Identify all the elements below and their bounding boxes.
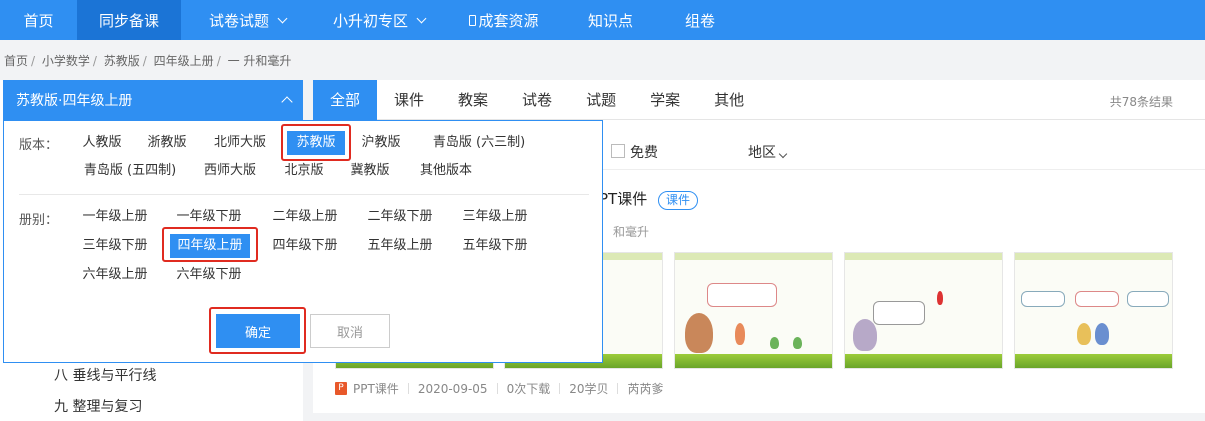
nav-home[interactable]: 首页: [0, 0, 77, 40]
edition-option[interactable]: 青岛版 (六三制): [424, 131, 534, 155]
nav-compose[interactable]: 组卷: [657, 0, 743, 40]
document-icon: [469, 14, 477, 26]
resource-date: 2020-09-05: [417, 381, 488, 396]
breadcrumb-item[interactable]: 首页: [4, 54, 28, 68]
cancel-button[interactable]: 取消: [310, 314, 390, 348]
grade-option[interactable]: 五年级下册: [458, 234, 532, 258]
highlight-box: [162, 227, 258, 262]
grade-option[interactable]: 六年级下册: [172, 263, 246, 287]
nav-resource-sets[interactable]: 成套资源: [444, 0, 564, 40]
highlight-box: [281, 124, 351, 161]
nav-papers[interactable]: 试卷试题: [181, 0, 314, 40]
chevron-down-icon: [416, 13, 427, 23]
chevron-down-icon: [778, 149, 788, 159]
edition-option[interactable]: 青岛版 (五四制): [80, 159, 180, 183]
edition-row-label: 版本：: [19, 138, 59, 153]
grade-option[interactable]: 一年级上册: [78, 205, 152, 229]
top-nav: 首页 同步备课 试卷试题 小升初专区 成套资源 知识点 组卷: [0, 0, 1205, 40]
region-filter[interactable]: 地区: [748, 142, 788, 162]
free-filter-label[interactable]: 免费: [630, 142, 658, 162]
tab-all[interactable]: 全部: [313, 80, 378, 120]
edition-option[interactable]: 人教版: [80, 131, 124, 155]
slide-thumbnail[interactable]: [1014, 252, 1173, 369]
grade-option[interactable]: 四年级下册: [268, 234, 342, 258]
edition-option[interactable]: 西师大版: [200, 159, 260, 183]
free-checkbox[interactable]: [611, 144, 625, 158]
download-count: 0次下载: [506, 382, 551, 396]
edition-option[interactable]: 浙教版: [144, 131, 190, 155]
chapter-item[interactable]: 九 整理与复习: [54, 396, 142, 416]
tab-questions[interactable]: 试题: [569, 80, 633, 120]
grade-option[interactable]: 一年级下册: [172, 205, 246, 229]
slide-thumbnail[interactable]: [674, 252, 833, 369]
breadcrumb-item[interactable]: 小学数学: [42, 54, 90, 68]
grade-row-label: 册别：: [19, 213, 59, 228]
resource-subtitle: 和毫升: [613, 225, 650, 239]
edition-option[interactable]: 冀教版: [347, 159, 393, 183]
tab-lesson-plan[interactable]: 教案: [441, 80, 505, 120]
edition-option[interactable]: 其他版本: [414, 159, 478, 183]
edition-option[interactable]: 沪教版: [358, 131, 404, 155]
resource-meta: P PPT课件 2020-09-05 0次下载 20学贝 芮芮爹: [335, 380, 664, 397]
result-count: 共78条结果: [1109, 95, 1173, 109]
tab-other[interactable]: 其他: [697, 80, 761, 120]
grade-option[interactable]: 三年级下册: [78, 234, 152, 258]
resource-tabs: 全部 课件 教案 试卷 试题 学案 其他: [313, 80, 1205, 120]
grade-option[interactable]: 二年级上册: [268, 205, 342, 229]
tab-test-paper[interactable]: 试卷: [505, 80, 569, 120]
edition-option[interactable]: 北京版: [281, 159, 327, 183]
chapter-item[interactable]: 八 垂线与平行线: [54, 365, 156, 385]
price-points: 20学贝: [569, 382, 609, 396]
breadcrumb-item[interactable]: 苏教版: [104, 54, 140, 68]
type-badge: 课件: [658, 191, 699, 210]
breadcrumb: 首页 / 小学数学 / 苏教版 / 四年级上册 / 一 升和毫升: [4, 54, 292, 68]
resource-type: PPT课件: [353, 382, 399, 396]
grade-option[interactable]: 三年级上册: [458, 205, 532, 229]
nav-sync-prep[interactable]: 同步备课: [77, 0, 181, 40]
dropdown-divider: [19, 194, 589, 195]
ppt-file-icon: P: [335, 382, 347, 395]
nav-knowledge[interactable]: 知识点: [564, 0, 657, 40]
grade-option[interactable]: 五年级上册: [363, 234, 437, 258]
author-name[interactable]: 芮芮爹: [627, 380, 663, 397]
chevron-up-icon: [281, 96, 293, 108]
slide-thumbnail[interactable]: [844, 252, 1003, 369]
tab-study-plan[interactable]: 学案: [633, 80, 697, 120]
edition-selected-label: 苏教版·四年级上册: [16, 93, 133, 109]
nav-xsc-zone[interactable]: 小升初专区: [314, 0, 444, 40]
tab-courseware[interactable]: 课件: [377, 80, 441, 120]
chevron-down-icon: [277, 13, 288, 23]
breadcrumb-current: 一 升和毫升: [227, 54, 292, 68]
grade-option[interactable]: 二年级下册: [363, 205, 437, 229]
edition-option[interactable]: 北师大版: [210, 131, 270, 155]
edition-selector[interactable]: 苏教版·四年级上册: [3, 80, 303, 120]
grade-option[interactable]: 六年级上册: [78, 263, 152, 287]
highlight-box: [209, 307, 306, 354]
edition-dropdown: 版本： 人教版 浙教版 北师大版 苏教版 沪教版 青岛版 (六三制) 青岛版 (…: [3, 120, 603, 363]
breadcrumb-item[interactable]: 四年级上册: [154, 54, 214, 68]
resource-title[interactable]: PT课件: [599, 188, 647, 209]
